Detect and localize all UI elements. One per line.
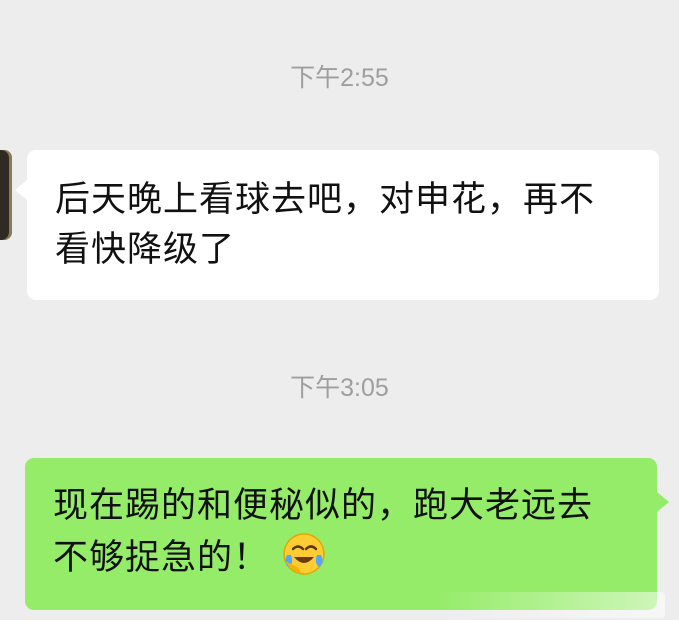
timestamp: 下午3:05 [290, 374, 389, 402]
message-text: 后天晚上看球去吧，对申花，再不 [55, 180, 596, 220]
message-text: 看快降级了 [55, 230, 236, 270]
watermark [435, 592, 665, 618]
message-text: 不够捉急的！ [53, 538, 270, 578]
avatar[interactable] [0, 150, 12, 240]
timestamp: 下午2:55 [290, 64, 389, 92]
message-text: 现在踢的和便秘似的，跑大老远去 [53, 486, 594, 526]
outgoing-message-bubble[interactable]: 现在踢的和便秘似的，跑大老远去 不够捉急的！ [25, 458, 669, 610]
incoming-message-bubble[interactable]: 后天晚上看球去吧，对申花，再不 看快降级了 [15, 150, 659, 300]
crying-laughing-emoji-icon [281, 531, 327, 577]
